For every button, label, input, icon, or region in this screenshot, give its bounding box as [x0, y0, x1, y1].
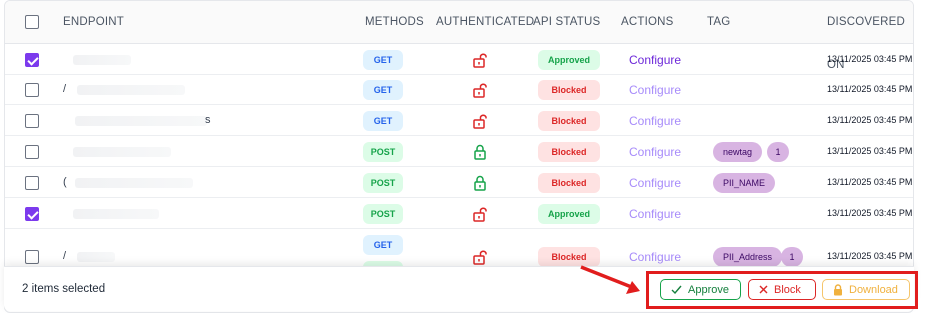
table-row[interactable]: / GET Blocked Configure 13/11/2025 03:45 PM: [5, 75, 913, 105]
discovered-on-text: 13/11/2025 03:45 PM: [827, 84, 913, 94]
download-button[interactable]: Download: [822, 279, 910, 300]
lock-open-icon: [473, 207, 487, 222]
annotation-arrow-icon: [580, 265, 640, 294]
discovered-on-text: 13/11/2025 03:45 PM: [827, 146, 913, 156]
discovered-on-text: 13/11/2025 03:45 PM: [827, 251, 913, 261]
tag-chip[interactable]: PII_Address: [713, 247, 783, 267]
row-checkbox[interactable]: [25, 250, 39, 264]
header-api-status: API STATUS: [533, 16, 601, 28]
table-row[interactable]: POST Blocked Configure newtag 1 13/11/2025 03…: [5, 136, 913, 167]
configure-link[interactable]: Configure: [629, 176, 681, 190]
endpoint-redacted: [73, 209, 159, 219]
approve-label: Approve: [688, 283, 729, 296]
method-badge: GET: [363, 80, 403, 100]
row-checkbox[interactable]: [25, 207, 39, 221]
configure-link[interactable]: Configure: [629, 207, 681, 221]
tag-count-chip[interactable]: 1: [781, 247, 803, 267]
approve-button[interactable]: Approve: [660, 279, 741, 300]
row-checkbox[interactable]: [25, 83, 39, 97]
discovered-on-text: 13/11/2025 03:45 PM: [827, 208, 913, 218]
selected-count-text: 2 items selected: [22, 283, 106, 295]
row-checkbox[interactable]: [25, 114, 39, 128]
table-row[interactable]: GET Approved Configure 13/11/2025 03:45 PM: [5, 44, 913, 75]
lock-closed-icon: [474, 144, 486, 160]
lock-open-icon: [473, 53, 487, 68]
lock-open-icon: [473, 250, 487, 265]
method-badge: POST: [363, 204, 403, 224]
table-row[interactable]: ( POST Blocked Configure PII_NAME 13/11/2025 …: [5, 167, 913, 198]
endpoint-redacted: [73, 55, 131, 65]
header-discovered-on: DISCOVERED ON: [827, 16, 906, 71]
header-actions: ACTIONS: [621, 16, 674, 28]
configure-link[interactable]: Configure: [629, 53, 681, 67]
api-status-badge: Approved: [538, 50, 600, 70]
lock-icon: [834, 283, 842, 295]
row-checkbox[interactable]: [25, 53, 39, 67]
discovered-on-text: 13/11/2025 03:45 PM: [827, 177, 913, 187]
header-endpoint: ENDPOINT: [63, 16, 125, 28]
x-icon: [759, 285, 768, 294]
header-methods: METHODS: [365, 16, 424, 28]
download-label: Download: [849, 283, 898, 296]
lock-closed-icon: [474, 175, 486, 191]
lock-open-icon: [473, 83, 487, 98]
api-status-badge: Blocked: [538, 142, 600, 162]
method-badge: POST: [363, 173, 403, 193]
table-row[interactable]: s GET Blocked Configure 13/11/2025 03:45 PM: [5, 105, 913, 136]
api-status-badge: Blocked: [538, 111, 600, 131]
endpoint-text: s: [205, 114, 211, 126]
row-checkbox[interactable]: [25, 176, 39, 190]
api-status-badge: Approved: [538, 204, 600, 224]
method-badge: GET: [363, 235, 403, 255]
lock-open-icon: [473, 114, 487, 129]
api-status-badge: Blocked: [538, 173, 600, 193]
endpoint-text: /: [63, 83, 67, 95]
configure-link[interactable]: Configure: [629, 83, 681, 97]
table-header-row: ENDPOINT METHODS AUTHENTICATED API STATU…: [5, 1, 913, 71]
tag-count-chip[interactable]: 1: [767, 142, 789, 162]
api-status-badge: Blocked: [538, 80, 600, 100]
endpoint-redacted: [77, 252, 115, 262]
table-row[interactable]: POST Approved Configure 13/11/2025 03:45 PM: [5, 198, 913, 229]
method-badge: POST: [363, 142, 403, 162]
discovered-on-text: 13/11/2025 03:45 PM: [827, 115, 913, 125]
select-all-checkbox[interactable]: [25, 15, 39, 29]
table-row[interactable]: /GETPOSTBlockedConfigurePII_Address113/1…: [5, 229, 913, 281]
endpoint-text: /: [63, 250, 67, 262]
tag-chip[interactable]: PII_NAME: [713, 173, 776, 193]
row-checkbox[interactable]: [25, 145, 39, 159]
check-icon: [671, 285, 682, 294]
discovered-on-text: 13/11/2025 03:45 PM: [827, 54, 913, 64]
endpoint-redacted: [75, 116, 207, 126]
configure-link[interactable]: Configure: [629, 250, 681, 264]
header-tag: TAG: [707, 16, 731, 28]
endpoint-redacted: [75, 178, 193, 188]
block-button[interactable]: Block: [748, 279, 816, 300]
configure-link[interactable]: Configure: [629, 145, 681, 159]
method-badge: GET: [363, 50, 403, 70]
method-badge: GET: [363, 111, 403, 131]
endpoint-text: (: [63, 176, 67, 188]
configure-link[interactable]: Configure: [629, 114, 681, 128]
endpoint-redacted: [73, 147, 171, 157]
block-label: Block: [774, 283, 801, 296]
endpoint-redacted: [77, 85, 185, 95]
tag-chip[interactable]: newtag: [713, 142, 763, 162]
header-authenticated: AUTHENTICATED: [436, 16, 535, 28]
